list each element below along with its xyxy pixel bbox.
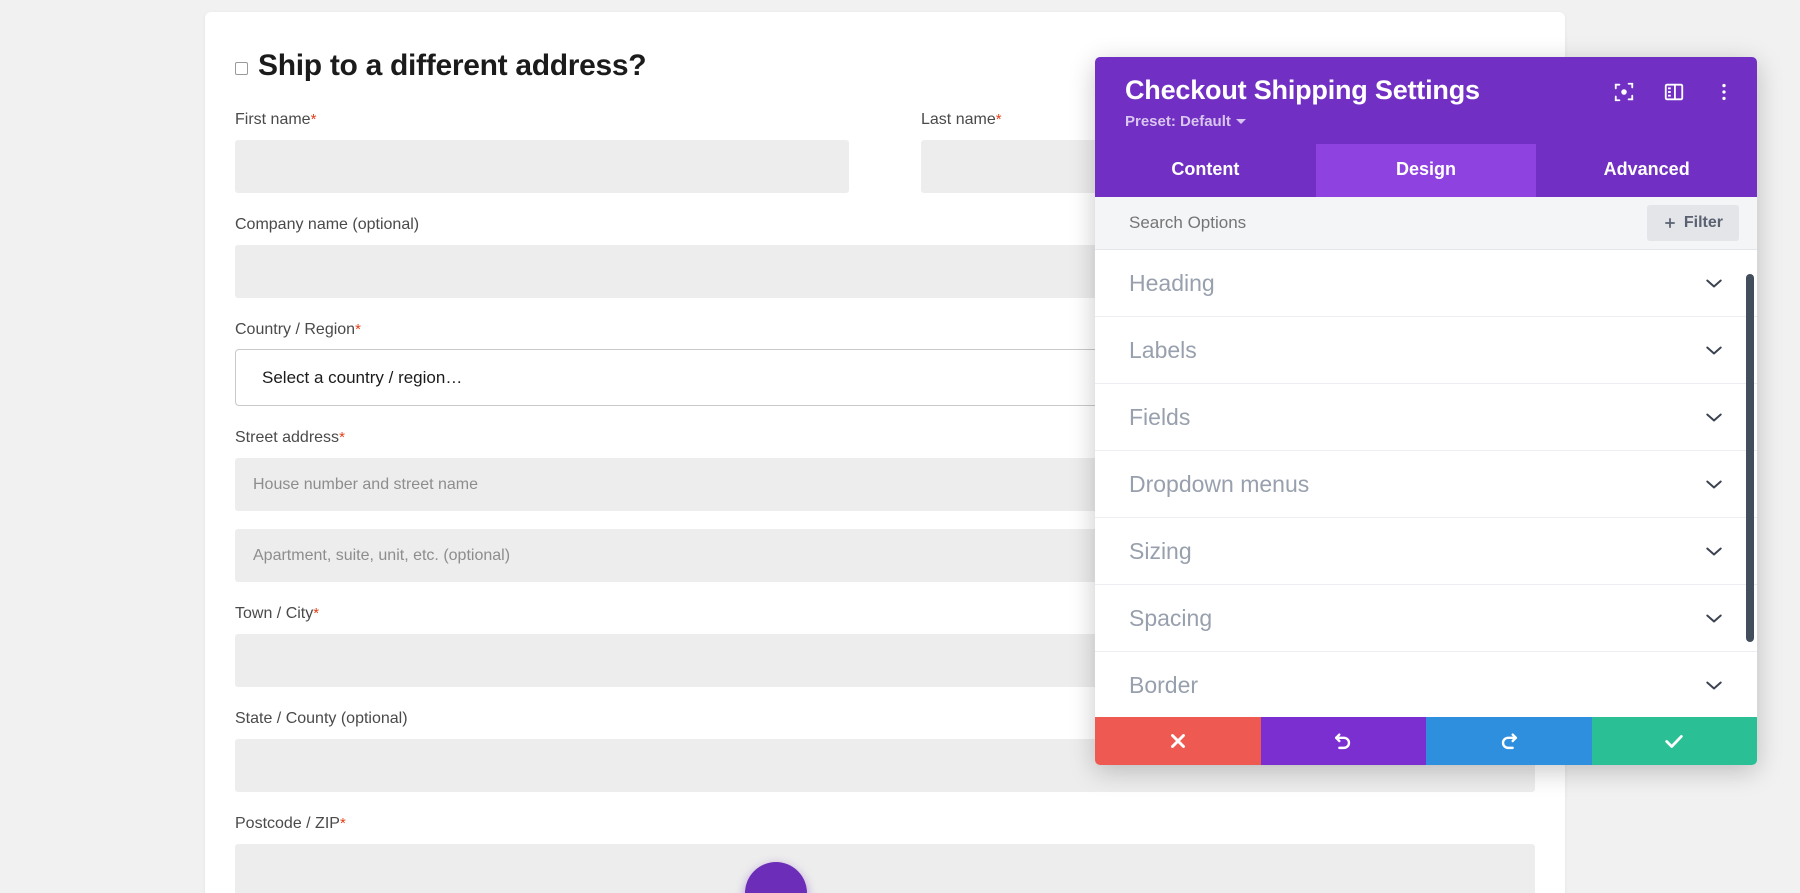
section-label: Heading <box>1129 270 1215 297</box>
plus-icon <box>1663 216 1677 230</box>
ship-heading-text: Ship to a different address? <box>258 48 646 84</box>
settings-panel-tabs: Content Design Advanced <box>1095 144 1757 197</box>
section-fields[interactable]: Fields <box>1095 384 1757 451</box>
chevron-down-icon <box>1705 345 1723 356</box>
settings-panel-title: Checkout Shipping Settings <box>1125 75 1480 106</box>
section-label: Labels <box>1129 337 1197 364</box>
postcode-zip-input[interactable] <box>235 844 1535 893</box>
chevron-down-icon <box>1705 546 1723 557</box>
redo-icon <box>1498 730 1520 752</box>
settings-panel-scrollbar[interactable] <box>1746 274 1754 642</box>
ship-to-different-address-checkbox[interactable] <box>235 62 248 75</box>
section-labels[interactable]: Labels <box>1095 317 1757 384</box>
undo-icon <box>1332 730 1354 752</box>
close-icon <box>1167 730 1189 752</box>
settings-sections-scroll-area: Heading Labels Fields Dropdown menus Siz <box>1095 250 1757 717</box>
required-marker: * <box>339 429 345 446</box>
page-root: Ship to a different address? First name*… <box>0 0 1800 893</box>
preset-label: Preset: Default <box>1125 113 1231 130</box>
settings-search-bar: Filter <box>1095 197 1757 250</box>
required-marker: * <box>313 605 319 622</box>
chevron-down-icon <box>1705 278 1723 289</box>
cancel-button[interactable] <box>1095 717 1261 765</box>
focus-target-icon[interactable] <box>1613 81 1635 103</box>
section-border[interactable]: Border <box>1095 652 1757 717</box>
panel-layout-icon[interactable] <box>1663 81 1685 103</box>
chevron-down-icon <box>1705 613 1723 624</box>
section-label: Spacing <box>1129 605 1212 632</box>
required-marker: * <box>311 111 317 128</box>
more-vertical-icon[interactable] <box>1713 81 1735 103</box>
tab-design[interactable]: Design <box>1316 144 1537 197</box>
section-spacing[interactable]: Spacing <box>1095 585 1757 652</box>
chevron-down-icon <box>1705 412 1723 423</box>
section-label: Fields <box>1129 404 1190 431</box>
redo-button[interactable] <box>1426 717 1592 765</box>
section-dropdown-menus[interactable]: Dropdown menus <box>1095 451 1757 518</box>
chevron-down-icon <box>1705 479 1723 490</box>
settings-panel-titles: Checkout Shipping Settings Preset: Defau… <box>1125 75 1480 130</box>
postcode-zip-label: Postcode / ZIP* <box>235 814 1535 835</box>
settings-panel-footer <box>1095 717 1757 765</box>
chevron-down-icon <box>1236 119 1246 124</box>
required-marker: * <box>340 815 346 832</box>
filter-button-label: Filter <box>1684 214 1723 232</box>
first-name-label: First name* <box>235 110 849 131</box>
preset-selector[interactable]: Preset: Default <box>1125 113 1480 130</box>
settings-panel-header-actions <box>1613 81 1735 103</box>
section-label: Border <box>1129 672 1198 699</box>
first-name-input[interactable] <box>235 140 849 193</box>
tab-content[interactable]: Content <box>1095 144 1316 197</box>
settings-panel-header: Checkout Shipping Settings Preset: Defau… <box>1095 57 1757 144</box>
tab-advanced[interactable]: Advanced <box>1536 144 1757 197</box>
chevron-down-icon <box>1705 680 1723 691</box>
section-sizing[interactable]: Sizing <box>1095 518 1757 585</box>
check-icon <box>1663 730 1685 752</box>
settings-sections-list: Heading Labels Fields Dropdown menus Siz <box>1095 250 1757 717</box>
required-marker: * <box>355 321 361 338</box>
section-label: Sizing <box>1129 538 1192 565</box>
undo-button[interactable] <box>1261 717 1427 765</box>
search-options-input[interactable] <box>1129 213 1647 233</box>
save-button[interactable] <box>1592 717 1758 765</box>
module-settings-panel: Checkout Shipping Settings Preset: Defau… <box>1095 57 1757 765</box>
required-marker: * <box>996 111 1002 128</box>
section-heading[interactable]: Heading <box>1095 250 1757 317</box>
first-name-group: First name* <box>235 110 849 215</box>
section-label: Dropdown menus <box>1129 471 1309 498</box>
filter-button[interactable]: Filter <box>1647 205 1739 241</box>
